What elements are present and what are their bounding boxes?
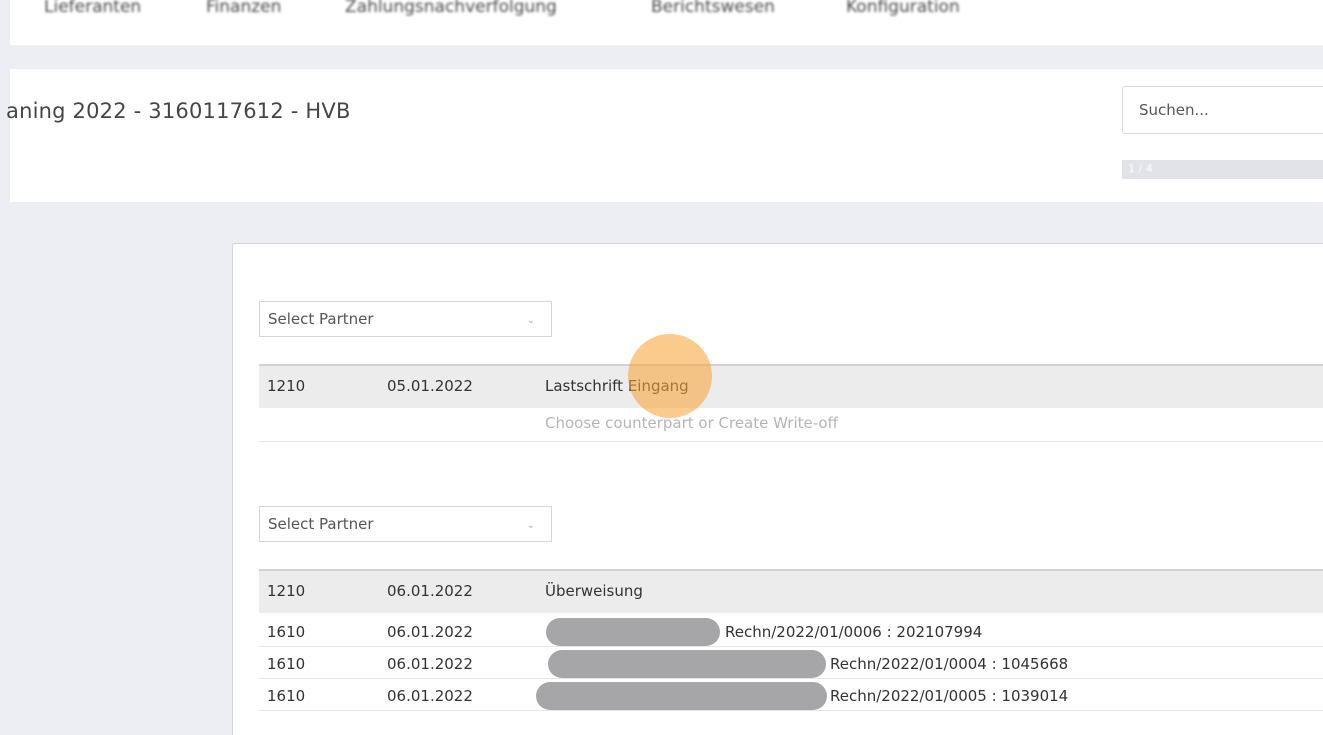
statement-line[interactable]: 1210 05.01.2022 Lastschrift Eingang: [259, 364, 1323, 408]
counterpart-hint[interactable]: Choose counterpart or Create Write-off: [545, 414, 838, 432]
select-partner-label: Select Partner: [268, 310, 374, 328]
chevron-down-icon: ⌄: [526, 315, 535, 326]
click-highlight: [628, 334, 712, 418]
entry-date: 05.01.2022: [387, 377, 473, 395]
invoice-reference: Rechn/2022/01/0006 : 202107994: [725, 623, 983, 641]
redacted-partner-name: [548, 650, 826, 678]
account-code: 1210: [267, 377, 306, 395]
invoice-reference: Rechn/2022/01/0005 : 1039014: [830, 687, 1069, 705]
nav-item-konfiguration[interactable]: Konfiguration: [846, 0, 960, 17]
header-card: aning 2022 - 3160117612 - HVB 1 / 4: [6, 69, 1323, 202]
account-code: 1210: [267, 582, 306, 600]
counterpart-hint-row[interactable]: Choose counterpart or Create Write-off: [259, 408, 1323, 442]
chevron-down-icon: ⌄: [526, 520, 535, 531]
select-partner-dropdown[interactable]: Select Partner ⌄: [259, 506, 552, 542]
invoice-reference: Rechn/2022/01/0004 : 1045668: [830, 655, 1069, 673]
search-input[interactable]: [1123, 87, 1323, 133]
select-partner-label: Select Partner: [268, 515, 374, 533]
reconciliation-panel: Select Partner ⌄ 1210 05.01.2022 Lastsch…: [232, 243, 1323, 735]
nav-item-lieferanten[interactable]: Lieferanten: [44, 0, 141, 17]
account-code: 1610: [267, 687, 306, 705]
matched-line[interactable]: 1610 06.01.2022 Rechn/2022/01/0006 : 202…: [259, 617, 1323, 647]
page-title: aning 2022 - 3160117612 - HVB: [6, 99, 351, 123]
redacted-partner-name: [546, 618, 720, 646]
entry-date: 06.01.2022: [387, 655, 473, 673]
entry-date: 06.01.2022: [387, 582, 473, 600]
entry-date: 06.01.2022: [387, 687, 473, 705]
statement-line[interactable]: 1210 06.01.2022 Überweisung: [259, 569, 1323, 613]
matched-line[interactable]: 1610 06.01.2022 Rechn/2022/01/0005 : 103…: [259, 681, 1323, 711]
nav-item-finanzen[interactable]: Finanzen: [206, 0, 281, 17]
top-navigation: Lieferanten Finanzen Zahlungsnachverfolg…: [10, 0, 1323, 45]
pager-bar[interactable]: 1 / 4: [1122, 160, 1323, 179]
pager-text: 1 / 4: [1128, 162, 1153, 175]
entry-description: Überweisung: [545, 582, 643, 600]
account-code: 1610: [267, 623, 306, 641]
nav-item-berichtswesen[interactable]: Berichtswesen: [651, 0, 775, 17]
select-partner-dropdown[interactable]: Select Partner ⌄: [259, 301, 552, 337]
nav-item-zahlungsnachverfolgung[interactable]: Zahlungsnachverfolgung: [345, 0, 557, 17]
redacted-partner-name: [536, 682, 827, 710]
account-code: 1610: [267, 655, 306, 673]
matched-line[interactable]: 1610 06.01.2022 Rechn/2022/01/0004 : 104…: [259, 649, 1323, 679]
search-box[interactable]: [1122, 86, 1323, 134]
entry-date: 06.01.2022: [387, 623, 473, 641]
